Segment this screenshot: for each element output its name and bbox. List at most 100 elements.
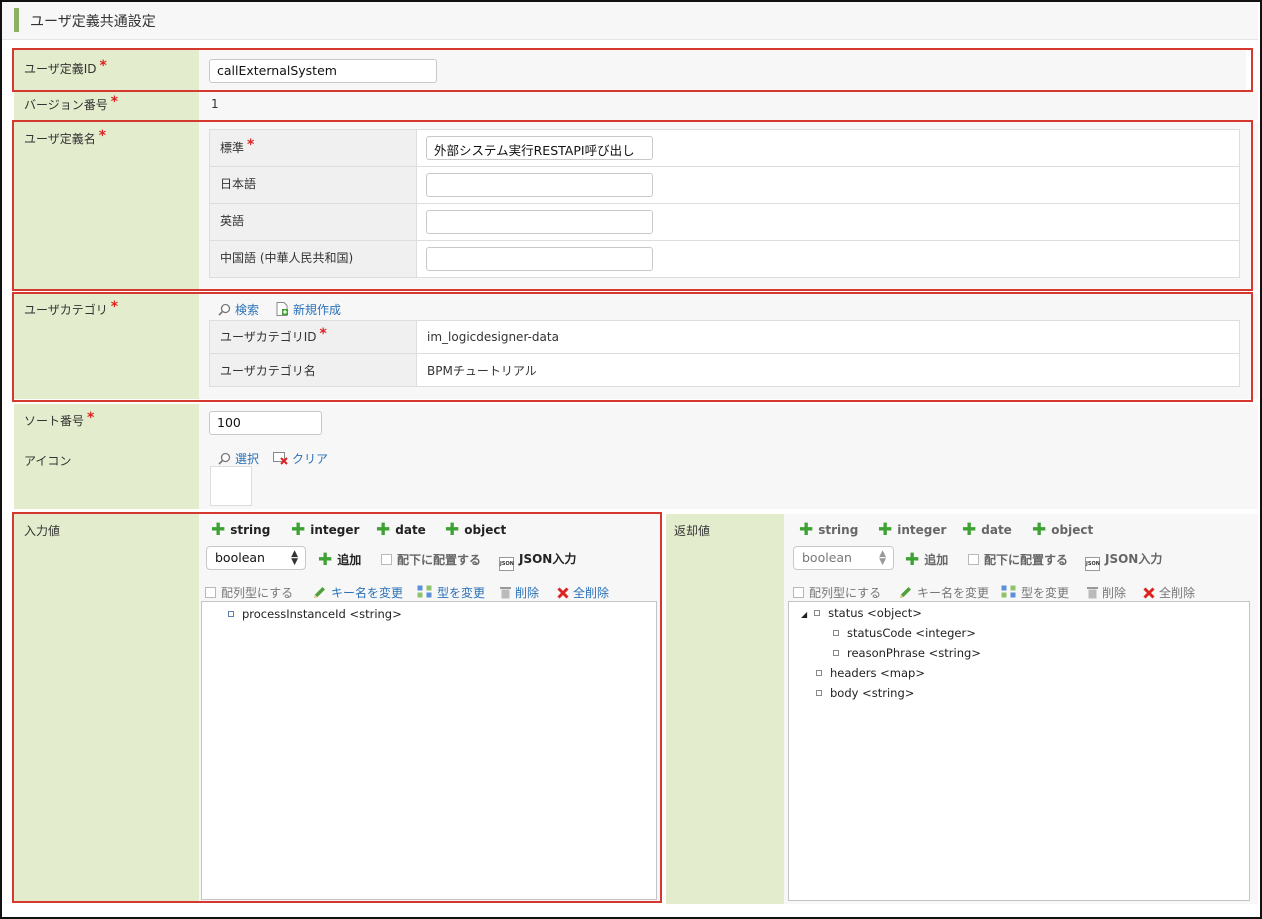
return-rename-label: キー名を変更 (917, 586, 990, 600)
category-name-value: BPMチュートリアル (427, 364, 537, 378)
category-id-label-cell: ユーザカテゴリID * (210, 321, 417, 354)
input-array-checkbox[interactable]: 配列型にする (205, 584, 293, 601)
plus-icon: ✚ (376, 520, 391, 540)
icon-clear-label: クリア (292, 452, 329, 466)
input-delete-button[interactable]: 削除 (500, 584, 539, 602)
sort-label: ソート番号 (24, 414, 85, 428)
category-label-cell: ユーザカテゴリ * (14, 294, 199, 399)
return-type-select[interactable]: boolean ▲ ▼ (793, 546, 894, 570)
locale-standard-label: 標準 (220, 141, 245, 155)
input-delete-label: 削除 (515, 586, 540, 600)
return-add-button[interactable]: ✚ 追加 (905, 550, 948, 570)
return-add-string-button[interactable]: ✚ string (799, 520, 858, 540)
title-accent-bar (14, 8, 19, 32)
input-child-label: 配下に配置する (397, 553, 482, 567)
input-json-button[interactable]: JSON JSON入力 (499, 550, 576, 571)
return-delete-label: 削除 (1102, 586, 1127, 600)
category-id-label: ユーザカテゴリID (220, 330, 317, 344)
input-rename-button[interactable]: キー名を変更 (313, 584, 403, 602)
required-mark: * (87, 410, 95, 426)
input-add-integer-label: integer (310, 523, 360, 537)
icon-label-cell: アイコン (14, 444, 199, 509)
user-id-label: ユーザ定義ID (24, 62, 97, 76)
user-id-input[interactable]: callExternalSystem (209, 59, 437, 83)
user-name-label: ユーザ定義名 (24, 132, 96, 146)
change-type-icon (1001, 585, 1017, 602)
return-retype-button[interactable]: 型を変更 (1001, 584, 1069, 602)
version-value: 1 (211, 97, 219, 111)
tree-node-label: statusCode <integer> (847, 626, 976, 640)
plus-icon: ✚ (905, 550, 920, 570)
node-icon (816, 690, 822, 696)
return-array-checkbox[interactable]: 配列型にする (793, 584, 881, 601)
input-child-checkbox[interactable]: 配下に配置する (381, 551, 481, 568)
tree-node-headers[interactable]: headers <map> (816, 666, 925, 680)
sort-label-cell: ソート番号 * (14, 404, 199, 444)
input-add-date-label: date (395, 523, 426, 537)
required-mark: * (98, 128, 107, 144)
locale-chinese-label-cell: 中国語 (中華人民共和国) (210, 241, 417, 277)
version-label: バージョン番号 (24, 98, 108, 112)
locale-chinese-label: 中国語 (中華人民共和国) (220, 251, 354, 265)
checkbox-icon (205, 587, 216, 598)
tree-node-status-code[interactable]: statusCode <integer> (833, 626, 976, 640)
tree-node[interactable]: processInstanceId <string> (228, 607, 402, 621)
return-add-date-label: date (981, 523, 1012, 537)
required-mark: * (110, 299, 119, 315)
return-json-button[interactable]: JSON JSON入力 (1085, 550, 1162, 571)
return-retype-label: 型を変更 (1021, 586, 1070, 600)
input-values-label: 入力値 (24, 524, 61, 538)
return-delete-all-button[interactable]: 全削除 (1143, 584, 1195, 602)
input-type-select-value: boolean (215, 550, 265, 565)
input-add-integer-button[interactable]: ✚ integer (291, 520, 359, 540)
checkbox-icon (793, 587, 804, 598)
return-tree[interactable]: ◢ status <object> statusCode <integer> re… (788, 601, 1250, 901)
sort-number-input[interactable]: 100 (209, 411, 322, 435)
icon-label: アイコン (24, 454, 72, 468)
category-search-link[interactable]: 検索 (218, 301, 259, 319)
return-json-label: JSON入力 (1105, 552, 1163, 566)
return-add-date-button[interactable]: ✚ date (962, 520, 1012, 540)
category-name-label-cell: ユーザカテゴリ名 (210, 354, 417, 386)
user-name-chinese-input[interactable] (426, 247, 653, 271)
clear-image-icon (273, 451, 288, 468)
user-name-english-input[interactable] (426, 210, 653, 234)
return-delete-button[interactable]: 削除 (1087, 584, 1126, 602)
user-name-japanese-input[interactable] (426, 173, 653, 197)
return-delete-all-label: 全削除 (1159, 586, 1196, 600)
return-rename-button[interactable]: キー名を変更 (899, 584, 989, 602)
locale-english-label: 英語 (220, 214, 245, 228)
return-values-label-cell: 返却値 (666, 514, 784, 904)
required-mark: * (99, 58, 107, 74)
input-add-object-button[interactable]: ✚ object (445, 520, 506, 540)
pencil-icon (899, 586, 913, 602)
tree-node-status[interactable]: ◢ status <object> (801, 606, 922, 620)
input-tree[interactable]: processInstanceId <string> (201, 601, 657, 900)
json-icon: JSON (1085, 557, 1100, 571)
input-add-string-button[interactable]: ✚ string (211, 520, 270, 540)
expand-triangle-icon[interactable]: ◢ (801, 610, 807, 619)
icon-clear-link[interactable]: クリア (273, 450, 328, 468)
input-retype-button[interactable]: 型を変更 (417, 584, 485, 602)
category-table: ユーザカテゴリID * im_logicdesigner-data ユーザカテゴリ… (209, 320, 1240, 387)
input-type-select[interactable]: boolean ▲ ▼ (206, 546, 306, 570)
plus-icon: ✚ (291, 520, 306, 540)
plus-icon: ✚ (211, 520, 226, 540)
required-mark: * (110, 94, 119, 110)
plus-icon: ✚ (318, 550, 333, 570)
tree-node-body[interactable]: body <string> (816, 686, 914, 700)
input-retype-label: 型を変更 (437, 586, 486, 600)
locale-standard-label-cell: 標準 * (210, 130, 417, 167)
input-add-button[interactable]: ✚ 追加 (318, 550, 361, 570)
category-new-link[interactable]: 新規作成 (276, 301, 341, 319)
input-add-date-button[interactable]: ✚ date (376, 520, 426, 540)
select-arrows-icon: ▲ ▼ (879, 549, 886, 567)
return-child-checkbox[interactable]: 配下に配置する (968, 551, 1068, 568)
return-add-object-button[interactable]: ✚ object (1032, 520, 1093, 540)
tree-node-reason-phrase[interactable]: reasonPhrase <string> (833, 646, 981, 660)
user-name-standard-input[interactable]: 外部システム実行RESTAPI呼び出し (426, 136, 653, 160)
input-delete-all-button[interactable]: 全削除 (557, 584, 609, 602)
return-add-integer-button[interactable]: ✚ integer (878, 520, 946, 540)
return-array-label: 配列型にする (809, 586, 882, 600)
category-name-label: ユーザカテゴリ名 (220, 364, 316, 378)
